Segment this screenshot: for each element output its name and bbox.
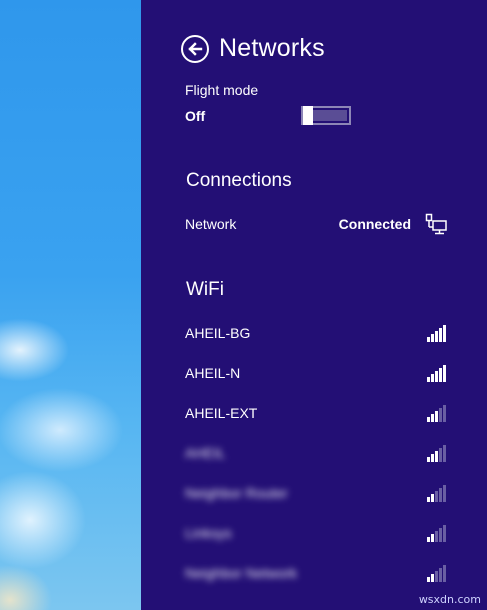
signal-bar (439, 368, 442, 382)
wifi-signal-icon (427, 484, 447, 502)
wifi-signal-icon (427, 564, 447, 582)
signal-bar (427, 337, 430, 342)
watermark: wsxdn.com (418, 593, 481, 606)
flight-mode-label: Flight mode (185, 82, 259, 98)
signal-bar (435, 331, 438, 342)
signal-bar (427, 577, 430, 582)
networks-charm-panel: Networks Flight mode Off Connections Net… (141, 0, 487, 610)
signal-bar (439, 488, 442, 502)
wifi-network-name: AHEIL-BG (185, 325, 251, 341)
signal-bar (431, 454, 434, 462)
flight-mode-toggle[interactable] (301, 106, 351, 125)
signal-bar (427, 457, 430, 462)
signal-bar (435, 491, 438, 502)
wifi-network-item[interactable]: Neighbor Router (185, 480, 447, 506)
signal-bar (431, 534, 434, 542)
wifi-network-name: Neighbor Router (185, 485, 288, 501)
flight-mode-state: Off (185, 108, 206, 124)
wifi-signal-icon (427, 444, 447, 462)
toggle-thumb[interactable] (303, 106, 313, 125)
signal-bar (439, 568, 442, 582)
connection-status-group: Connected (339, 213, 447, 235)
arrow-left-icon (188, 41, 203, 56)
wifi-network-name: Linksys (185, 525, 232, 541)
panel-header: Networks (181, 34, 325, 63)
signal-bar (439, 448, 442, 462)
wifi-signal-icon (427, 324, 447, 342)
signal-bar (435, 411, 438, 422)
wifi-network-item[interactable]: AHEIL-EXT (185, 400, 447, 426)
wifi-signal-icon (427, 524, 447, 542)
signal-bar (435, 451, 438, 462)
page-title: Networks (219, 34, 325, 62)
signal-bar (443, 485, 446, 502)
wifi-network-item[interactable]: AHEIL-BG (185, 320, 447, 346)
signal-bar (443, 405, 446, 422)
signal-bar (435, 571, 438, 582)
back-arrow-icon[interactable] (181, 34, 209, 63)
toggle-track (313, 110, 347, 121)
wifi-signal-icon (427, 364, 447, 382)
signal-bar (431, 374, 434, 382)
signal-bar (431, 334, 434, 342)
wifi-network-name: AHEIL-N (185, 365, 241, 381)
desktop-background (0, 0, 141, 610)
wifi-network-item[interactable]: Neighbor Network (185, 560, 447, 586)
signal-bar (443, 365, 446, 382)
wifi-network-item[interactable]: AHEIL-N (185, 360, 447, 386)
signal-bar (431, 414, 434, 422)
connection-status: Connected (338, 216, 411, 232)
signal-bar (439, 408, 442, 422)
signal-bar (435, 371, 438, 382)
signal-bar (443, 445, 446, 462)
wifi-heading: WiFi (186, 279, 224, 300)
wifi-network-name: Neighbor Network (185, 565, 298, 581)
signal-bar (443, 325, 446, 342)
wifi-signal-icon (427, 404, 447, 422)
signal-bar (427, 377, 430, 382)
connection-item-network[interactable]: Network Connected (185, 211, 447, 237)
signal-bar (427, 497, 430, 502)
wired-network-icon (425, 213, 447, 235)
signal-bar (439, 528, 442, 542)
signal-bar (431, 494, 434, 502)
signal-bar (427, 537, 430, 542)
wifi-network-name: AHEIL (185, 445, 226, 461)
connections-heading: Connections (186, 170, 292, 191)
signal-bar (431, 574, 434, 582)
connection-name: Network (185, 216, 237, 232)
wifi-network-name: AHEIL-EXT (185, 405, 258, 421)
signal-bar (443, 565, 446, 582)
signal-bar (435, 531, 438, 542)
wifi-network-item[interactable]: AHEIL (185, 440, 447, 466)
signal-bar (439, 328, 442, 342)
signal-bar (443, 525, 446, 542)
wifi-network-item[interactable]: Linksys (185, 520, 447, 546)
signal-bar (427, 417, 430, 422)
